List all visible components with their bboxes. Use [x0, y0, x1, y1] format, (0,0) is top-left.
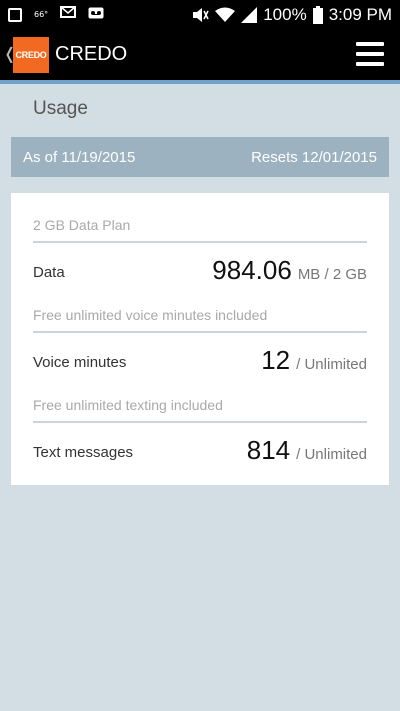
voice-usage-value: 12 / Unlimited — [261, 345, 367, 376]
voice-amount: 12 — [261, 345, 291, 375]
text-amount: 814 — [246, 435, 291, 465]
voicemail-icon — [88, 6, 104, 24]
accent-divider — [0, 80, 400, 84]
reset-date: Resets 12/01/2015 — [251, 148, 377, 166]
weather-icon: 66° — [34, 10, 49, 19]
data-unit: MB / 2 GB — [297, 266, 367, 283]
voice-note: Free unlimited voice minutes included — [33, 307, 268, 323]
data-label: Data — [33, 264, 65, 281]
image-icon — [8, 7, 22, 22]
divider — [33, 331, 367, 333]
app-title: CREDO — [55, 43, 128, 65]
status-icons: 100% 3:09 PM — [191, 0, 392, 30]
notification-icons: 66° — [8, 5, 104, 24]
battery-percent: 100% — [263, 5, 307, 24]
wifi-icon — [215, 7, 236, 23]
text-note: Free unlimited texting included — [33, 397, 223, 413]
data-usage-value: 984.06 MB / 2 GB — [212, 255, 367, 286]
voice-unit: / Unlimited — [296, 356, 367, 373]
status-bar: 66° 100% 3:09 PM — [0, 0, 400, 30]
data-plan-note: 2 GB Data Plan — [33, 217, 131, 233]
divider — [33, 421, 367, 423]
battery-icon — [312, 6, 323, 24]
signal-icon — [241, 7, 258, 23]
hamburger-menu-icon[interactable] — [356, 42, 384, 66]
data-amount: 984.06 — [212, 255, 292, 285]
credo-logo[interactable]: CREDO — [13, 37, 49, 73]
clock: 3:09 PM — [328, 5, 392, 24]
email-icon — [60, 5, 77, 24]
text-unit: / Unlimited — [296, 446, 367, 463]
page-title: Usage — [33, 98, 88, 119]
app-bar: ❬ CREDO CREDO — [0, 30, 400, 80]
text-label: Text messages — [33, 444, 134, 461]
divider — [33, 241, 367, 243]
voice-label: Voice minutes — [33, 354, 127, 371]
date-bar: As of 11/19/2015 Resets 12/01/2015 — [11, 137, 389, 177]
as-of-date: As of 11/19/2015 — [23, 148, 136, 166]
mute-icon — [191, 7, 209, 23]
usage-card: 2 GB Data Plan Data 984.06 MB / 2 GB Fre… — [11, 193, 389, 485]
text-usage-value: 814 / Unlimited — [247, 435, 367, 466]
